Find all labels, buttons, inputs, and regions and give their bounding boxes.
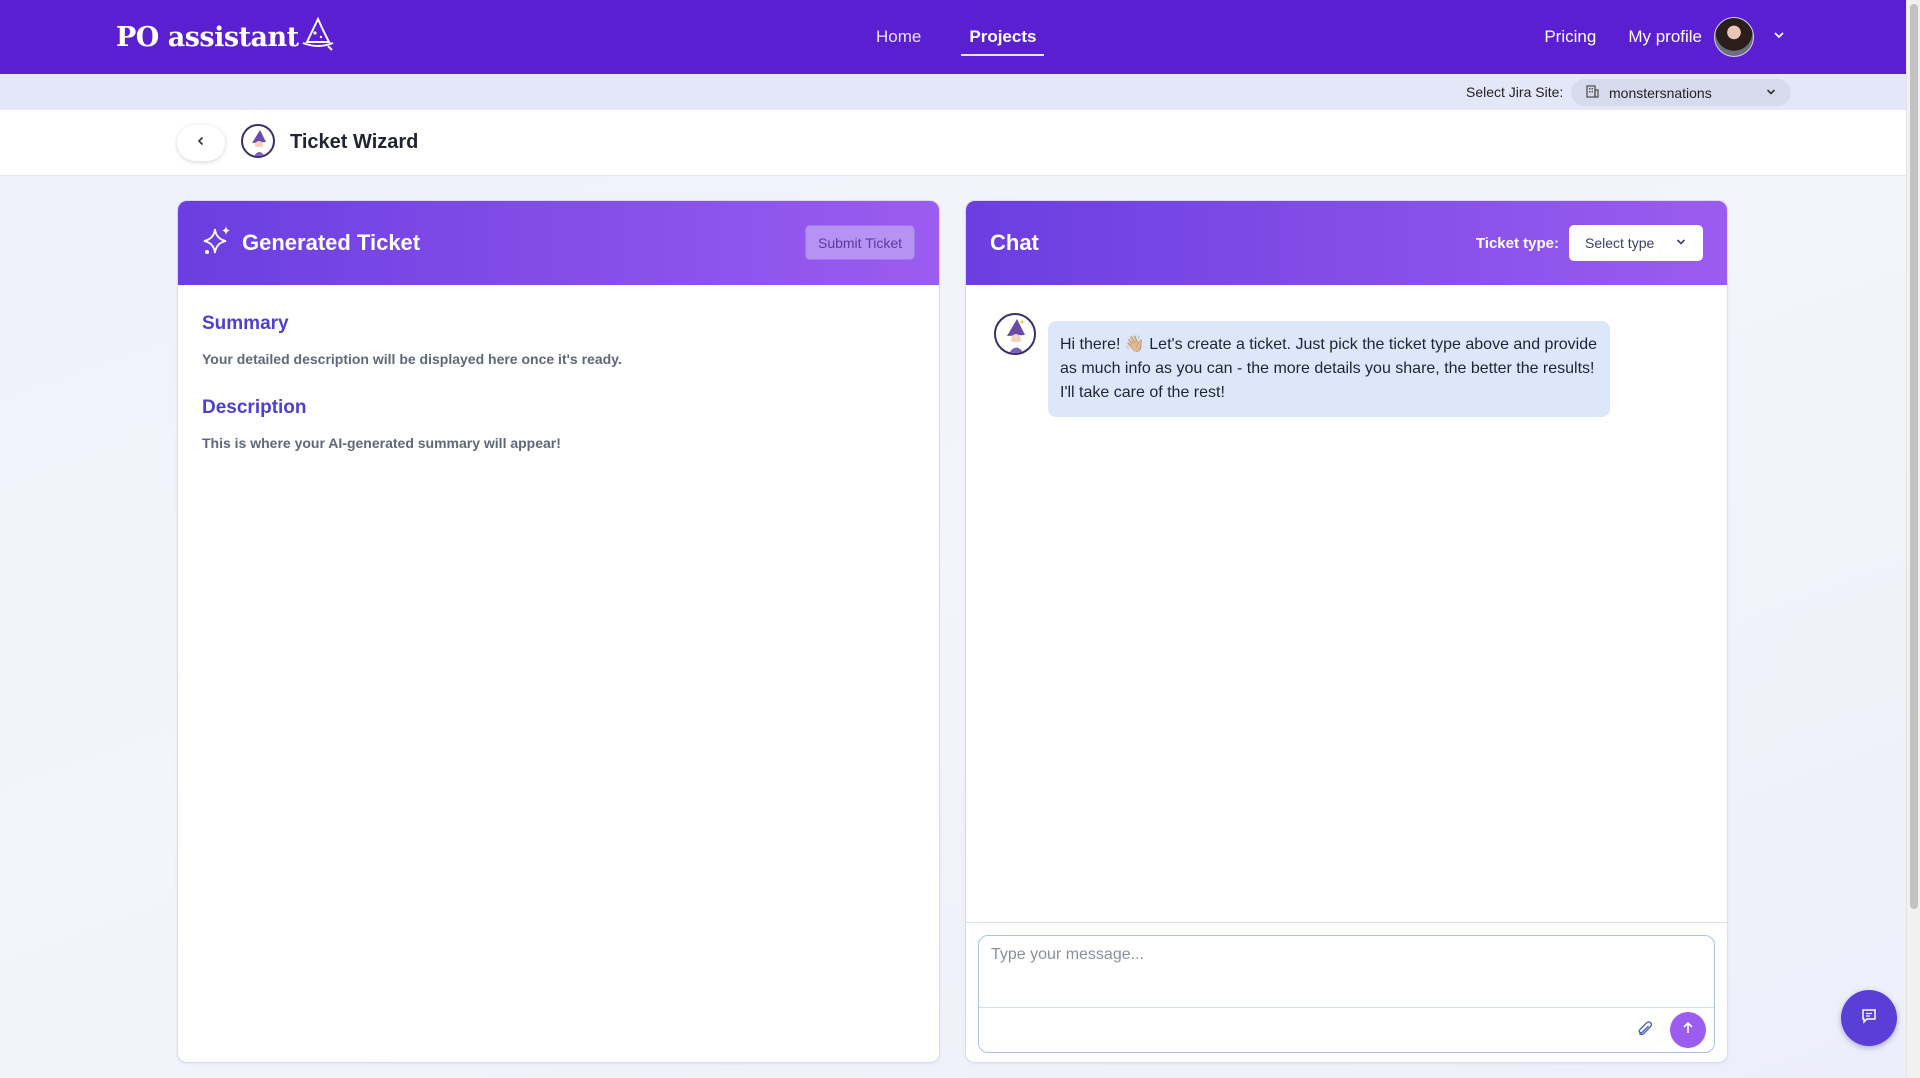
chat-messages: Hi there! 👋🏼 Let's create a ticket. Just…	[966, 285, 1727, 922]
wizard-avatar	[241, 124, 275, 158]
floating-chat-button[interactable]	[1841, 990, 1897, 1046]
avatar[interactable]	[1714, 17, 1754, 57]
chevron-down-icon[interactable]	[1772, 28, 1786, 47]
user-nav: Pricing My profile	[1544, 0, 1786, 74]
scrollbar[interactable]	[1906, 0, 1920, 1078]
chat-title: Chat	[990, 230, 1039, 255]
jira-site-label: Select Jira Site:	[1466, 84, 1564, 100]
submit-ticket-button[interactable]: Submit Ticket	[805, 225, 915, 260]
ticket-type-value: Select type	[1585, 235, 1655, 251]
chat-composer	[966, 922, 1727, 1062]
nav-projects[interactable]: Projects	[959, 0, 1046, 74]
sparkle-icon	[202, 225, 232, 262]
wizard-header: Ticket Wizard	[0, 110, 1906, 176]
chat-input-box	[978, 935, 1715, 1053]
jira-site-value: monstersnations	[1609, 84, 1712, 101]
back-button[interactable]	[177, 125, 225, 161]
chevron-left-icon	[195, 134, 207, 152]
description-heading: Description	[202, 397, 307, 418]
generated-ticket-title: Generated Ticket	[242, 230, 421, 255]
wizard-hat-icon	[301, 16, 335, 59]
ticket-type-label: Ticket type:	[1475, 235, 1559, 252]
summary-text: Your detailed description will be displa…	[202, 351, 622, 367]
main-nav: Home Projects	[866, 0, 1074, 74]
send-button[interactable]	[1670, 1012, 1706, 1048]
chat-icon	[1860, 1007, 1878, 1030]
generated-ticket-header: Generated Ticket Submit Ticket	[178, 201, 939, 285]
logo[interactable]: PO assistant	[116, 14, 335, 60]
description-text: This is where your AI-generated summary …	[202, 435, 561, 451]
chat-panel: Chat Ticket type: Select type Hi there! …	[965, 200, 1728, 1063]
nav-home[interactable]: Home	[866, 0, 931, 74]
logo-text: PO assistant	[116, 21, 299, 53]
chat-header: Chat Ticket type: Select type	[966, 201, 1727, 285]
message-input[interactable]	[979, 936, 1714, 1008]
generated-ticket-panel: Generated Ticket Submit Ticket Summary Y…	[177, 200, 940, 1063]
scrollbar-thumb[interactable]	[1910, 4, 1918, 909]
nav-pricing[interactable]: Pricing	[1544, 27, 1596, 47]
building-icon	[1585, 84, 1599, 101]
nav-my-profile[interactable]: My profile	[1628, 27, 1702, 47]
jira-site-bar: Select Jira Site: monstersnations	[0, 74, 1906, 110]
top-navbar: PO assistant Home Projects Pricing My pr…	[0, 0, 1906, 74]
jira-site-select[interactable]: monstersnations	[1571, 79, 1791, 106]
ticket-type-select[interactable]: Select type	[1569, 225, 1703, 261]
page-title: Ticket Wizard	[290, 131, 419, 153]
assistant-avatar	[994, 313, 1036, 355]
chevron-down-icon	[1765, 85, 1777, 101]
arrow-up-icon	[1681, 1021, 1695, 1040]
summary-heading: Summary	[202, 313, 289, 334]
chevron-down-icon	[1675, 235, 1687, 251]
assistant-message: Hi there! 👋🏼 Let's create a ticket. Just…	[1048, 321, 1610, 417]
paperclip-icon[interactable]	[1636, 1020, 1654, 1043]
